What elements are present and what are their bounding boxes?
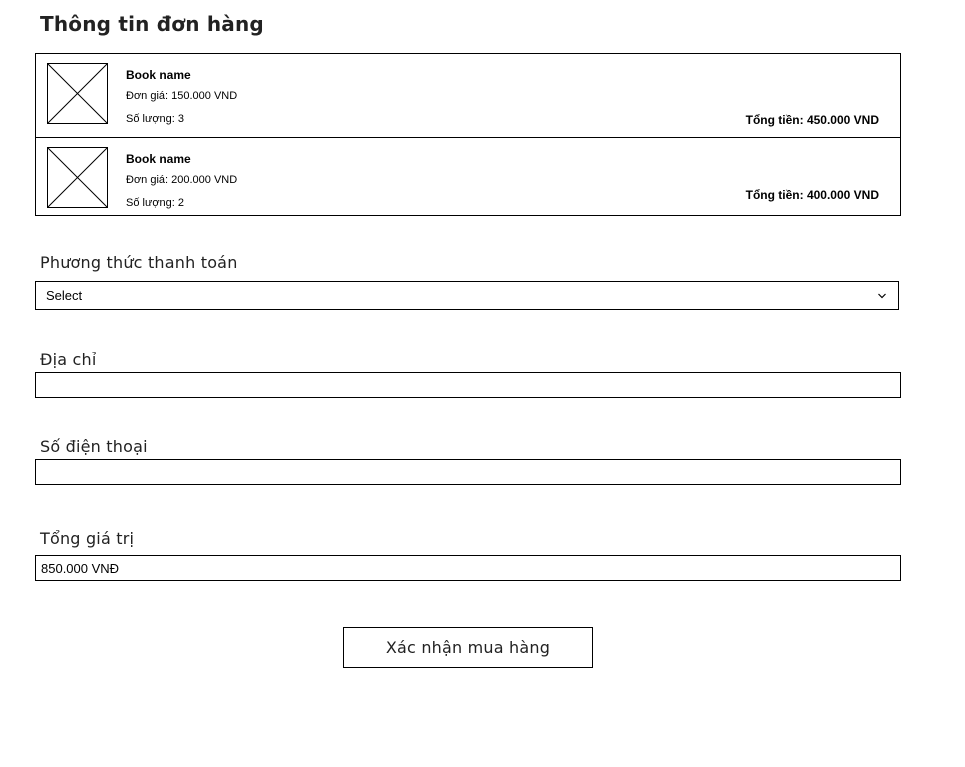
unit-price: Đơn giá: 150.000 VND (126, 90, 238, 102)
order-list: Book name Đơn giá: 150.000 VND Số lượng:… (35, 53, 901, 216)
order-item: Book name Đơn giá: 200.000 VND Số lượng:… (36, 138, 900, 215)
grand-total-label: Tổng giá trị (40, 529, 135, 548)
image-placeholder-icon (47, 63, 108, 124)
item-total: Tổng tiền: 400.000 VND (745, 188, 879, 202)
book-name: Book name (126, 152, 191, 166)
image-placeholder-icon (47, 147, 108, 208)
address-label: Địa chỉ (40, 350, 97, 369)
item-total: Tổng tiền: 450.000 VND (745, 113, 879, 127)
order-item: Book name Đơn giá: 150.000 VND Số lượng:… (36, 54, 900, 138)
confirm-purchase-button[interactable]: Xác nhận mua hàng (343, 627, 593, 668)
grand-total-field (35, 555, 901, 581)
quantity: Số lượng: 2 (126, 197, 184, 209)
phone-input[interactable] (35, 459, 901, 485)
payment-method-select[interactable]: Select (35, 281, 899, 310)
quantity: Số lượng: 3 (126, 113, 184, 125)
book-name: Book name (126, 68, 191, 82)
unit-price: Đơn giá: 200.000 VND (126, 174, 238, 186)
phone-label: Số điện thoại (40, 437, 148, 456)
payment-method-value: Select (46, 288, 83, 303)
address-input[interactable] (35, 372, 901, 398)
payment-method-label: Phương thức thanh toán (40, 253, 238, 272)
page-title: Thông tin đơn hàng (40, 12, 264, 36)
chevron-down-icon (876, 290, 888, 302)
